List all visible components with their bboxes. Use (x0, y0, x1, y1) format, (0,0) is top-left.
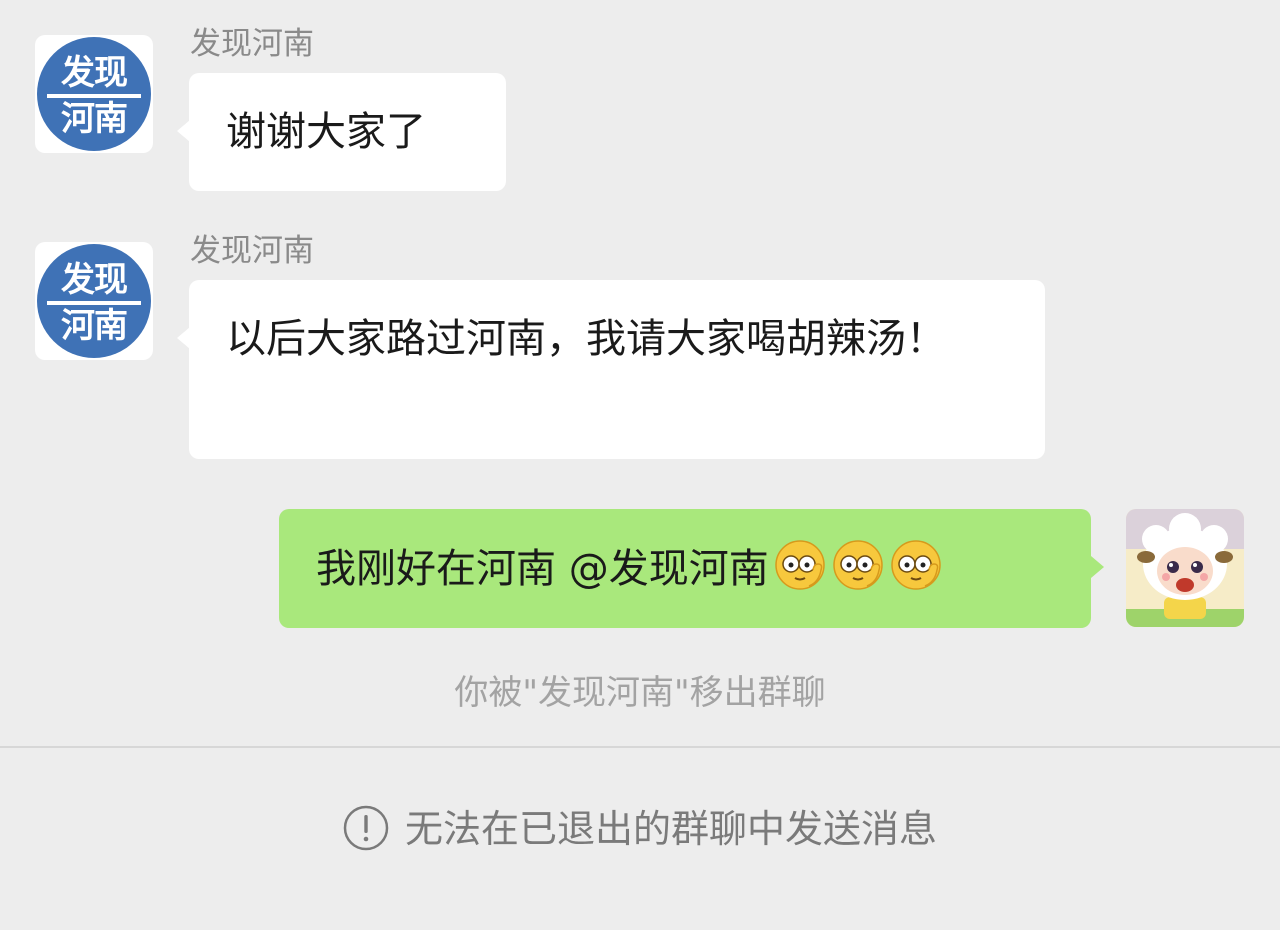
avatar-logo-line: 河南 (61, 99, 128, 139)
avatar-logo-line: 河南 (61, 306, 128, 346)
sender-name: 发现河南 (190, 26, 314, 62)
system-notice: 你被"发现河南"移出群聊 (454, 673, 826, 713)
sender-name: 发现河南 (190, 233, 314, 269)
avatar-logo-divider (47, 94, 141, 98)
message-bubble[interactable]: 以后大家路过河南，我请大家喝胡辣汤！ (189, 280, 1045, 459)
exclamation-circle-icon (343, 805, 389, 851)
monocle-face-emoji (774, 540, 825, 590)
avatar-logo-line: 发现 (61, 260, 128, 300)
message-text: 我刚好在河南 @发现河南 (316, 546, 769, 592)
cannot-send-text: 无法在已退出的群聊中发送消息 (404, 807, 937, 851)
cannot-send-notice: 无法在已退出的群聊中发送消息 (0, 804, 1280, 854)
message-bubble[interactable]: 谢谢大家了 (189, 73, 506, 191)
monocle-face-emoji (890, 540, 941, 590)
bubble-tail (1091, 556, 1104, 578)
sheep-avatar-image (1126, 509, 1244, 627)
sender-avatar[interactable]: 发现 河南 (35, 242, 153, 360)
avatar-logo-divider (47, 301, 141, 305)
sender-avatar[interactable]: 发现 河南 (35, 35, 153, 153)
self-avatar[interactable] (1126, 509, 1244, 627)
message-bubble-self[interactable]: 我刚好在河南 @发现河南 (279, 509, 1091, 628)
avatar-logo-line: 发现 (61, 53, 128, 93)
monocle-face-emoji (832, 540, 883, 590)
